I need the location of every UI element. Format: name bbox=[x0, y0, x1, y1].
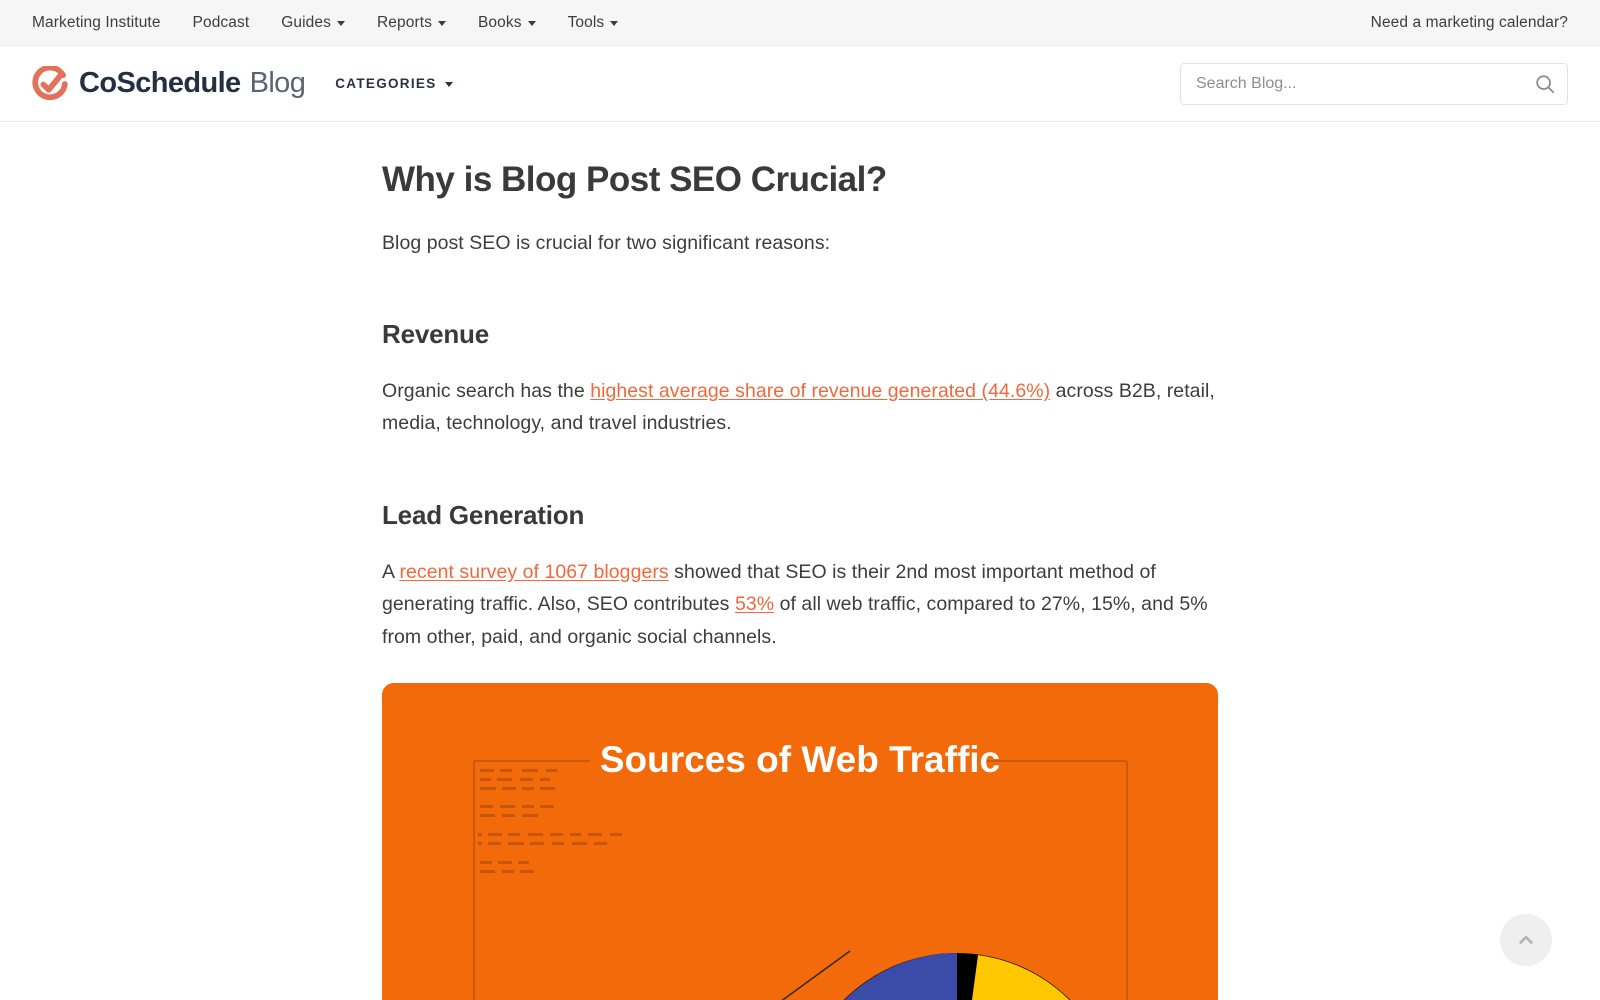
brand-name-primary: CoSchedule bbox=[79, 67, 241, 99]
page-title: Why is Blog Post SEO Crucial? bbox=[382, 160, 887, 199]
topnav-item-reports[interactable]: Reports bbox=[361, 14, 462, 32]
chevron-down-icon bbox=[610, 21, 619, 26]
page-root: Marketing Institute Podcast Guides Repor… bbox=[0, 0, 1600, 1000]
chevron-up-icon bbox=[1519, 935, 1533, 944]
infographic-sources-of-web-traffic: Sources of Web Traffic bbox=[382, 682, 1218, 1000]
search-button[interactable] bbox=[1534, 73, 1556, 95]
revenue-source-link[interactable]: highest average share of revenue generat… bbox=[590, 380, 1050, 402]
leadgen-text-a: A bbox=[382, 560, 400, 583]
search-input[interactable] bbox=[1180, 62, 1568, 105]
categories-dropdown[interactable]: CATEGORIES bbox=[335, 76, 453, 91]
revenue-text-before: Organic search has the bbox=[382, 380, 591, 403]
infographic-canvas: Sources of Web Traffic bbox=[382, 682, 1218, 1000]
topnav-item-books[interactable]: Books bbox=[462, 14, 552, 32]
search-icon bbox=[1536, 74, 1555, 93]
chevron-down-icon bbox=[437, 21, 446, 26]
topnav-item-tools[interactable]: Tools bbox=[552, 14, 635, 32]
seo-share-link[interactable]: 53% bbox=[735, 593, 774, 615]
brand-wordmark: CoSchedule Blog bbox=[79, 67, 306, 100]
topnav-label: Books bbox=[477, 13, 522, 31]
utility-navbar: Marketing Institute Podcast Guides Repor… bbox=[0, 0, 1600, 46]
utility-nav-list: Marketing Institute Podcast Guides Repor… bbox=[32, 14, 634, 32]
topnav-label: Tools bbox=[567, 13, 605, 31]
chevron-down-icon bbox=[444, 82, 453, 87]
topnav-label: Marketing Institute bbox=[32, 13, 161, 31]
search-container bbox=[1180, 62, 1568, 105]
coschedule-check-circle-icon bbox=[32, 65, 68, 100]
scroll-to-top-button[interactable] bbox=[1500, 914, 1552, 966]
site-header: CoSchedule Blog CATEGORIES bbox=[0, 46, 1600, 122]
chevron-down-icon bbox=[527, 21, 536, 26]
article-body: Why is Blog Post SEO Crucial? Blog post … bbox=[382, 122, 1218, 1000]
topnav-label: Reports bbox=[376, 13, 432, 31]
lead-generation-paragraph: A recent survey of 1067 bloggers showed … bbox=[382, 556, 1218, 653]
brand-name-secondary: Blog bbox=[249, 67, 306, 99]
blogger-survey-link[interactable]: recent survey of 1067 bloggers bbox=[399, 561, 668, 583]
section-heading-lead-generation: Lead Generation bbox=[382, 499, 585, 530]
topnav-label: Podcast bbox=[192, 13, 250, 31]
topnav-item-guides[interactable]: Guides bbox=[265, 14, 361, 32]
revenue-paragraph: Organic search has the highest average s… bbox=[382, 375, 1218, 440]
brand-logo[interactable]: CoSchedule Blog bbox=[32, 65, 306, 102]
infographic-title: Sources of Web Traffic bbox=[600, 739, 1000, 780]
topnav-label: Guides bbox=[281, 13, 331, 31]
marketing-calendar-link[interactable]: Need a marketing calendar? bbox=[1371, 14, 1568, 32]
topnav-item-marketing-institute[interactable]: Marketing Institute bbox=[32, 14, 177, 32]
infographic-background bbox=[382, 682, 1218, 1000]
categories-label: CATEGORIES bbox=[335, 76, 437, 91]
intro-paragraph: Blog post SEO is crucial for two signifi… bbox=[382, 231, 831, 254]
topnav-item-podcast[interactable]: Podcast bbox=[177, 14, 266, 32]
section-heading-revenue: Revenue bbox=[382, 319, 489, 350]
chevron-down-icon bbox=[336, 21, 345, 26]
